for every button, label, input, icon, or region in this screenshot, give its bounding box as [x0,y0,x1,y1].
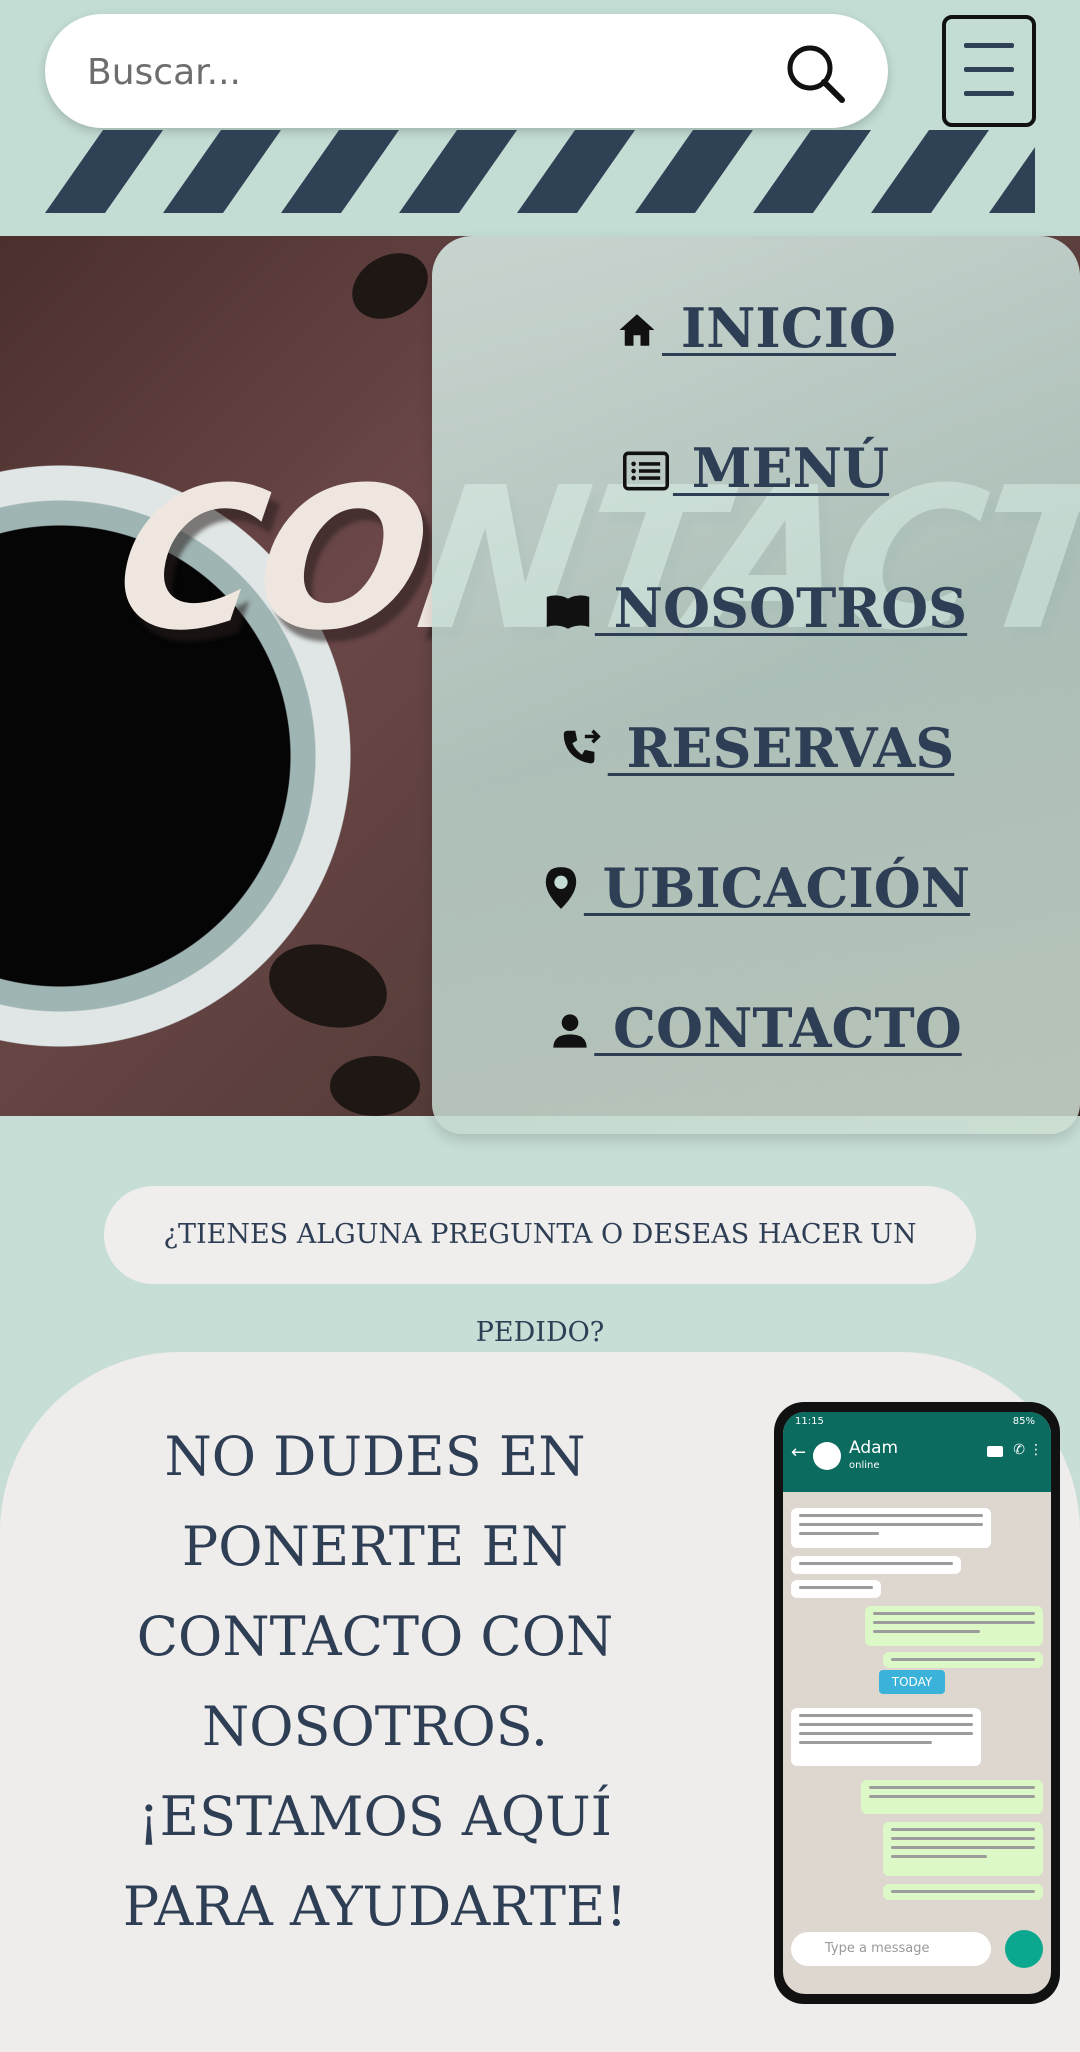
contact-message-line: PARA AYUDARTE! [122,1875,628,1938]
nav-label: INICIO [662,296,896,360]
chat-contact-name: Adam [849,1438,899,1458]
phone-forward-icon [563,729,601,764]
home-icon [619,314,655,346]
contact-message-line: CONTACTO CON [136,1605,614,1668]
chat-bubble [791,1580,881,1598]
location-pin-icon [545,867,577,909]
coffee-bean [340,240,440,332]
chat-bubble [791,1508,991,1548]
phone-screen: 11:15 85% ← Adam online ✆ ⋮ TODAY Type a… [783,1412,1051,1994]
contact-message-line: NO DUDES EN [164,1425,586,1488]
phone-mockup-image: 11:15 85% ← Adam online ✆ ⋮ TODAY Type a… [774,1402,1060,2004]
search-bar[interactable] [45,14,888,128]
chat-date-label: TODAY [879,1670,945,1694]
chat-contact-status: online [849,1460,880,1471]
search-input[interactable] [85,34,769,110]
phone-battery: 85% [1012,1416,1035,1427]
contact-card: NO DUDES EN PONERTE EN CONTACTO CON NOSO… [0,1352,1080,2052]
chat-header: 11:15 85% ← Adam online ✆ ⋮ [783,1412,1051,1492]
chat-bubble [791,1708,981,1766]
book-icon [546,595,590,629]
contact-message: NO DUDES EN PONERTE EN CONTACTO CON NOSO… [100,1412,650,1952]
menu-bar-line [964,67,1014,72]
chat-bubble [865,1606,1043,1646]
coffee-bean [259,931,397,1041]
menu-bar-line [964,43,1014,48]
coffee-bean [330,1056,420,1116]
search-icon[interactable] [784,42,848,106]
hamburger-menu-button[interactable] [942,15,1036,127]
contact-message-line: PONERTE EN [181,1515,569,1578]
chat-bubble [861,1780,1043,1814]
chat-bubble [883,1822,1043,1876]
chat-bubble [883,1652,1043,1668]
nav-item-inicio[interactable]: INICIO [432,296,1080,360]
chat-bubble [883,1884,1043,1900]
header [0,0,1080,236]
nav-label: RESERVAS [607,716,955,780]
list-icon [622,451,669,491]
chat-bubble [791,1556,961,1574]
phone-time: 11:15 [795,1416,824,1427]
nav-label: UBICACIÓN [583,856,971,920]
nav-label: NOSOTROS [594,576,968,640]
chat-message-input: Type a message [791,1932,991,1966]
nav-menu: INICIO MENÚ NOSOTROS RESERVAS UBICACIÓN … [432,236,1080,1134]
call-icon: ✆ [1013,1442,1025,1458]
nav-label: CONTACTO [594,996,962,1060]
back-arrow-icon: ← [791,1442,807,1463]
nav-label: MENÚ [672,436,890,500]
microphone-icon [1005,1930,1043,1968]
contact-message-line: ¡ESTAMOS AQUÍ [137,1785,612,1848]
decorative-stripes [45,130,1035,213]
nav-item-menu[interactable]: MENÚ [432,436,1080,500]
nav-item-contacto[interactable]: CONTACTO [432,996,1080,1060]
question-banner: ¿TIENES ALGUNA PREGUNTA O DESEAS HACER U… [104,1186,976,1348]
avatar [813,1442,841,1470]
more-options-icon: ⋮ [1029,1442,1043,1458]
video-call-icon [987,1446,1003,1457]
nav-item-nosotros[interactable]: NOSOTROS [432,576,1080,640]
nav-item-ubicacion[interactable]: UBICACIÓN [432,856,1080,920]
user-icon [553,1014,587,1048]
menu-bar-line [964,91,1014,96]
contact-message-line: NOSOTROS. [202,1695,548,1758]
nav-item-reservas[interactable]: RESERVAS [432,716,1080,780]
